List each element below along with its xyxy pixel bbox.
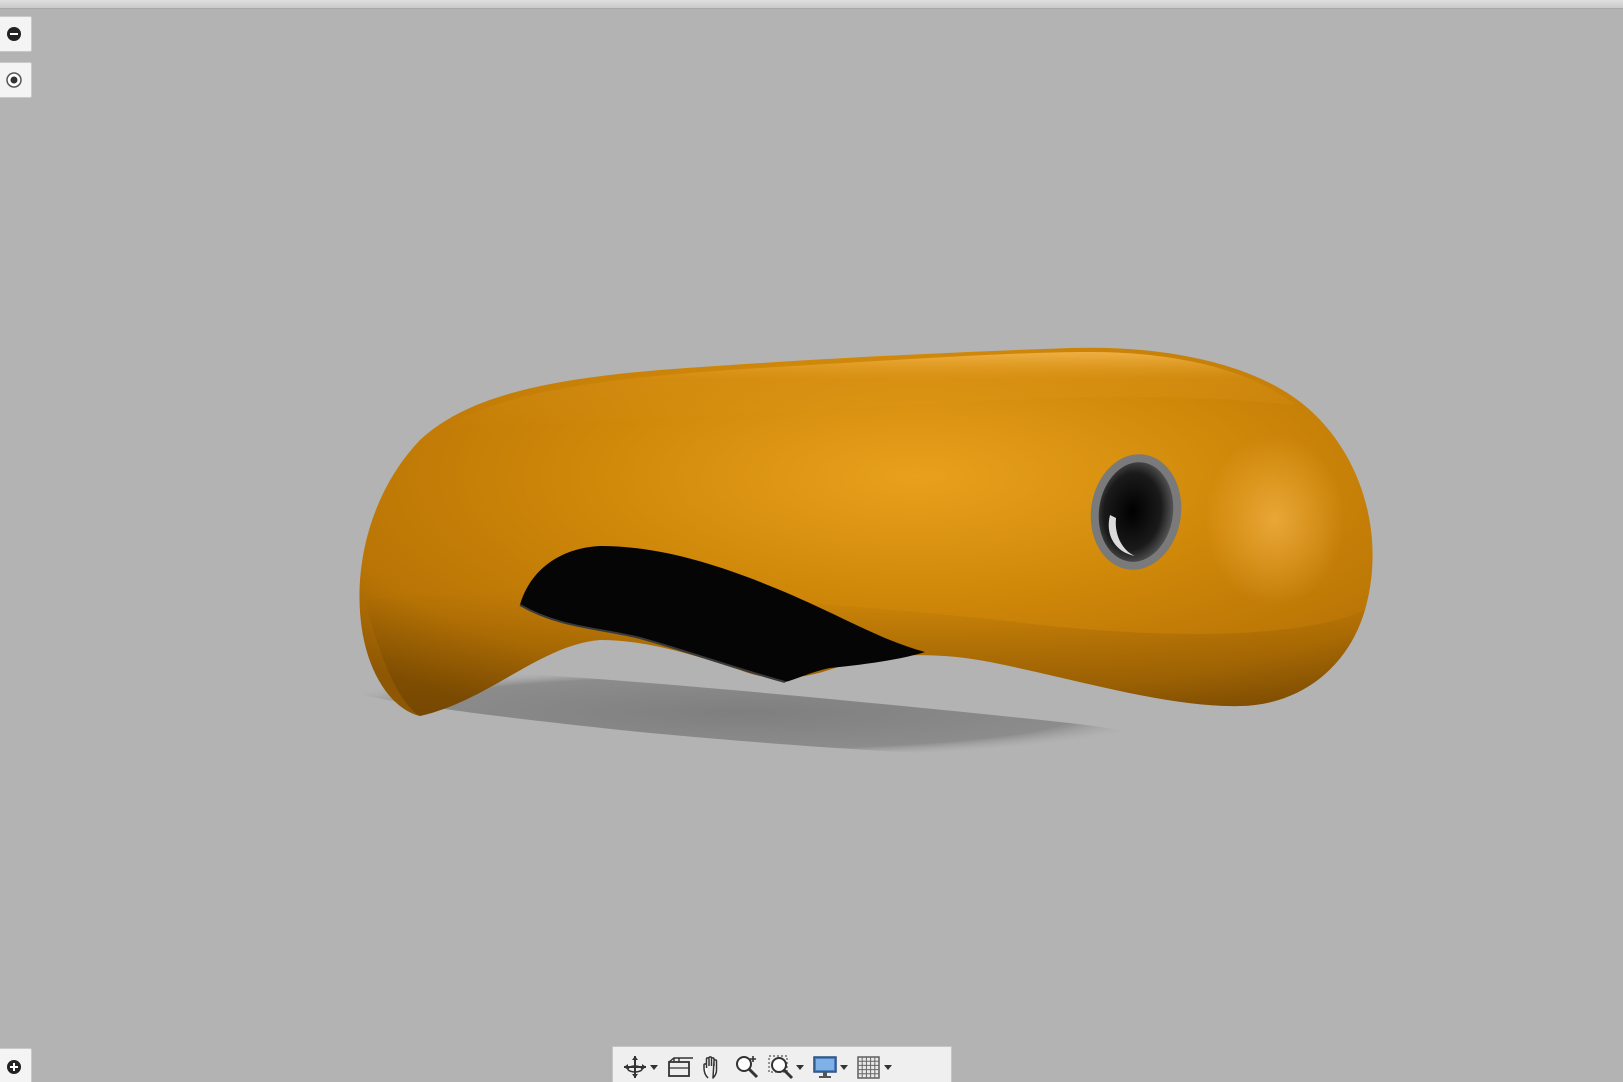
chevron-down-icon[interactable] — [839, 1053, 849, 1081]
zoom-tool[interactable] — [731, 1051, 763, 1082]
look-at-icon — [668, 1056, 693, 1077]
zoom-window-tool[interactable] — [765, 1051, 807, 1082]
expand-panel-button[interactable] — [0, 1048, 32, 1082]
pan-tool[interactable] — [697, 1051, 729, 1082]
radio-dot-icon — [6, 72, 22, 88]
orbit-tool[interactable] — [619, 1051, 661, 1082]
grid-snap-tool[interactable] — [853, 1051, 895, 1082]
look-at-tool[interactable] — [663, 1051, 695, 1082]
orbit-icon — [624, 1055, 646, 1078]
chevron-down-icon[interactable] — [649, 1053, 659, 1081]
chevron-down-icon[interactable] — [795, 1053, 805, 1081]
grid-snap-icon — [857, 1055, 880, 1079]
minus-circle-icon — [7, 27, 21, 41]
display-settings-tool[interactable] — [809, 1051, 851, 1082]
plus-circle-icon — [7, 1060, 21, 1074]
3d-viewport[interactable] — [0, 0, 1623, 1082]
radio-option-button[interactable] — [0, 62, 32, 98]
collapse-panel-button[interactable] — [0, 16, 32, 52]
display-settings-icon — [813, 1055, 837, 1078]
zoom-window-icon — [768, 1054, 794, 1079]
navigation-bar — [612, 1046, 952, 1082]
chevron-down-icon[interactable] — [883, 1053, 893, 1081]
zoom-icon — [736, 1055, 759, 1078]
cad-workspace — [0, 0, 1623, 1082]
pan-hand-icon — [703, 1055, 718, 1079]
end-cap-highlight — [1205, 435, 1345, 605]
